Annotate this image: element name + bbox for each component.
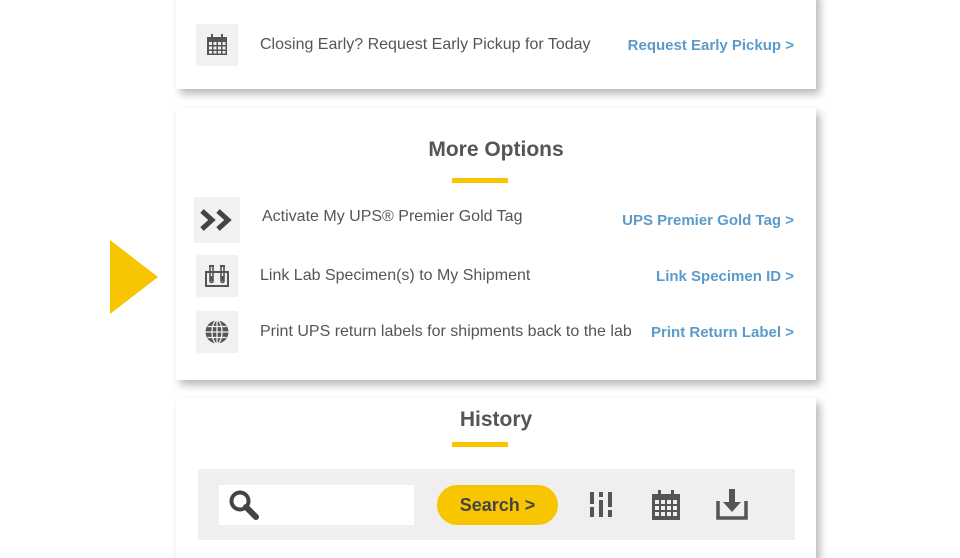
test-tubes-icon (205, 265, 229, 287)
premier-gold-tag-link[interactable]: UPS Premier Gold Tag > (622, 212, 794, 229)
more-options-card: More Options Activate My UPS® Premier Go… (176, 108, 816, 380)
link-specimen-icon-box (196, 255, 238, 297)
double-chevron-right-icon (200, 209, 232, 231)
premier-gold-icon-box (194, 197, 240, 243)
pickup-icon-box (196, 24, 238, 66)
option-row-return-label: Print UPS return labels for shipments ba… (196, 311, 794, 353)
pointer-arrow (110, 240, 158, 314)
calendar-icon[interactable] (651, 489, 681, 521)
history-search-panel: Search > (198, 469, 795, 540)
search-icon (229, 490, 259, 520)
pickup-row: Closing Early? Request Early Pickup for … (196, 24, 794, 66)
more-options-title: More Options (428, 138, 564, 161)
calendar-icon (207, 34, 227, 55)
globe-icon (205, 319, 229, 345)
print-return-label-link[interactable]: Print Return Label > (651, 324, 794, 341)
search-button[interactable]: Search > (437, 485, 558, 525)
option-row-premier-gold: Activate My UPS® Premier Gold Tag UPS Pr… (194, 197, 794, 243)
option-row-link-specimen: Link Lab Specimen(s) to My Shipment Link… (196, 255, 794, 297)
premier-gold-text: Activate My UPS® Premier Gold Tag (262, 208, 523, 225)
return-label-icon-box (196, 311, 238, 353)
more-options-title-underline (452, 178, 508, 183)
search-input[interactable] (265, 486, 409, 524)
link-specimen-id-link[interactable]: Link Specimen ID > (656, 268, 794, 285)
return-label-text: Print UPS return labels for shipments ba… (260, 323, 632, 340)
pickup-card: Closing Early? Request Early Pickup for … (176, 0, 816, 89)
request-early-pickup-link[interactable]: Request Early Pickup > (628, 37, 794, 54)
download-icon[interactable] (716, 487, 748, 521)
search-box (219, 485, 414, 525)
history-title: History (459, 408, 533, 431)
pickup-text: Closing Early? Request Early Pickup for … (260, 36, 591, 53)
link-specimen-text: Link Lab Specimen(s) to My Shipment (260, 267, 531, 284)
history-title-underline (452, 442, 508, 447)
filter-icon[interactable] (589, 489, 613, 521)
